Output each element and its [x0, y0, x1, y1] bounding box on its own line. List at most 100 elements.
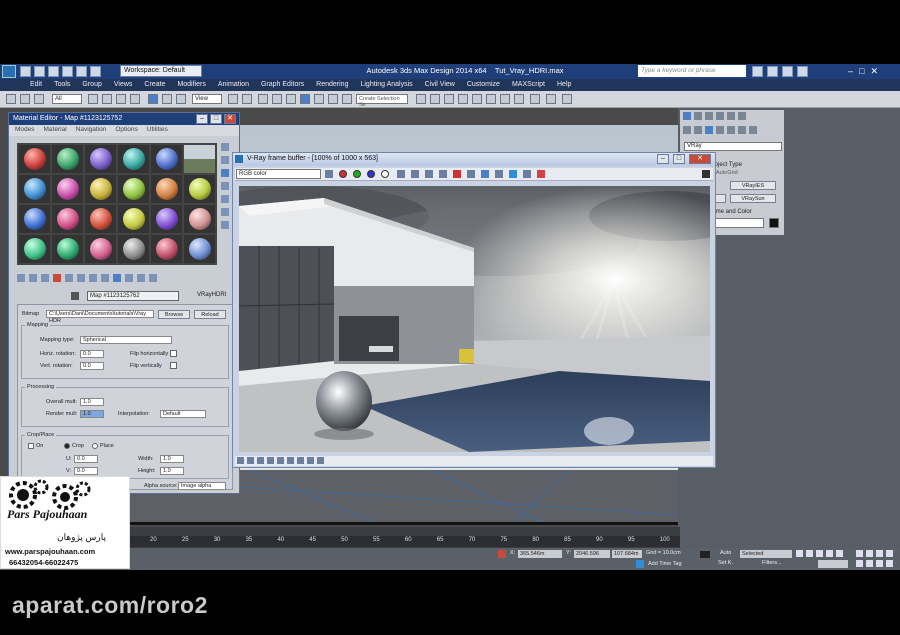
light-type-dropdown[interactable]: VRay	[684, 142, 782, 151]
shapes-icon[interactable]	[694, 126, 702, 134]
alpha-source-dropdown[interactable]: Image alpha	[178, 482, 226, 490]
link-icon[interactable]	[6, 94, 16, 104]
save-image-icon[interactable]	[411, 170, 419, 178]
spinner-snap-icon[interactable]	[300, 94, 310, 104]
v-spinner[interactable]: 0.0	[74, 467, 98, 475]
uv-tiling-icon[interactable]	[221, 182, 229, 190]
utilities-tab-icon[interactable]	[738, 112, 746, 120]
zoom-extents-icon[interactable]	[876, 550, 883, 557]
zoom-all-icon[interactable]	[866, 550, 873, 557]
place-radio[interactable]	[92, 443, 98, 449]
backlight-icon[interactable]	[221, 156, 229, 164]
close-icon[interactable]: ✕	[870, 66, 878, 77]
new-file-icon[interactable]	[20, 66, 31, 77]
lut-icon[interactable]	[317, 457, 324, 464]
display-tab-icon[interactable]	[727, 112, 735, 120]
duplicate-to-mfb-icon[interactable]	[439, 170, 447, 178]
red-channel-icon[interactable]	[339, 170, 347, 178]
put-to-library-icon[interactable]	[89, 274, 97, 282]
pixel-info-icon[interactable]	[537, 170, 545, 178]
maximize-icon[interactable]: □	[859, 66, 864, 77]
spacewarps-icon[interactable]	[738, 126, 746, 134]
modify-tab-icon[interactable]	[694, 112, 702, 120]
background-icon[interactable]	[221, 169, 229, 177]
sample-type-icon[interactable]	[221, 143, 229, 151]
project-folder-icon[interactable]	[90, 66, 101, 77]
menu-edit[interactable]: Edit	[24, 79, 48, 91]
render-production-icon[interactable]	[514, 94, 524, 104]
make-copy-icon[interactable]	[65, 274, 73, 282]
reference-coord-dropdown[interactable]: View	[192, 94, 222, 104]
align-icon[interactable]	[342, 94, 352, 104]
minimize-icon[interactable]: –	[657, 154, 669, 164]
track-mouse-icon[interactable]	[467, 170, 475, 178]
video-check-icon[interactable]	[221, 195, 229, 203]
sample-slot[interactable]	[19, 175, 50, 203]
redo-icon[interactable]	[76, 66, 87, 77]
object-color-swatch[interactable]	[769, 218, 779, 228]
vrayies-button[interactable]: VRayIES	[730, 181, 776, 190]
curve-icon[interactable]	[287, 457, 294, 464]
alpha-channel-icon[interactable]	[381, 170, 389, 178]
add-time-tag[interactable]: Add Time Tag	[648, 561, 682, 567]
teapot-render-icon[interactable]	[530, 94, 540, 104]
sample-slot[interactable]	[118, 175, 149, 203]
blue-channel-icon[interactable]	[367, 170, 375, 178]
render-mult-spinner[interactable]: 1.0	[80, 410, 104, 418]
minimize-icon[interactable]: –	[848, 66, 853, 77]
field-of-view-icon[interactable]	[856, 560, 863, 567]
menu-create[interactable]: Create	[138, 79, 171, 91]
search-input[interactable]: Type a keyword or phrase	[638, 65, 746, 77]
motion-tab-icon[interactable]	[716, 112, 724, 120]
create-tab-icon[interactable]	[683, 112, 691, 120]
render-image[interactable]	[239, 186, 710, 452]
x-coordinate-field[interactable]: 365.546m	[518, 550, 562, 558]
crop-radio[interactable]	[64, 443, 70, 449]
flip-h-checkbox[interactable]	[170, 350, 177, 357]
next-frame-icon[interactable]	[826, 550, 833, 557]
crop-on-checkbox[interactable]	[28, 443, 34, 449]
render-setup-icon[interactable]	[486, 94, 496, 104]
maximize-icon[interactable]: □	[210, 114, 222, 124]
sample-slot[interactable]	[184, 235, 215, 263]
minimize-icon[interactable]: –	[196, 114, 208, 124]
make-preview-icon[interactable]	[221, 208, 229, 216]
window-crossing-icon[interactable]	[130, 94, 140, 104]
clear-image-icon[interactable]	[453, 170, 461, 178]
rendered-frame-icon[interactable]	[500, 94, 510, 104]
region-select-icon[interactable]	[116, 94, 126, 104]
sample-slot[interactable]	[52, 235, 83, 263]
menu-utilities[interactable]: Utilities	[147, 126, 168, 135]
open-file-icon[interactable]	[34, 66, 45, 77]
cameras-icon[interactable]	[716, 126, 724, 134]
sample-slot[interactable]	[85, 205, 116, 233]
height-spinner[interactable]: 1.0	[160, 467, 184, 475]
map-type-button[interactable]: VRayHDRI	[197, 292, 226, 298]
select-by-name-icon[interactable]	[102, 94, 112, 104]
autogrid-checkbox[interactable]: AutoGrid	[716, 170, 738, 176]
menu-modifiers[interactable]: Modifiers	[171, 79, 211, 91]
menu-customize[interactable]: Customize	[461, 79, 506, 91]
previous-frame-icon[interactable]	[806, 550, 813, 557]
pan-icon[interactable]	[866, 560, 873, 567]
helpers-icon[interactable]	[727, 126, 735, 134]
mapping-type-dropdown[interactable]: Spherical	[80, 336, 172, 344]
sample-slot[interactable]	[85, 175, 116, 203]
go-to-parent-icon[interactable]	[137, 274, 145, 282]
orbit-icon[interactable]	[876, 560, 883, 567]
sample-slot[interactable]	[85, 145, 116, 173]
load-image-icon[interactable]	[425, 170, 433, 178]
lights-icon[interactable]	[705, 126, 713, 134]
info-icon[interactable]	[257, 457, 264, 464]
material-id-icon[interactable]	[101, 274, 109, 282]
menu-navigation[interactable]: Navigation	[76, 126, 107, 135]
pivot-icon[interactable]	[228, 94, 238, 104]
sample-slot[interactable]	[151, 145, 182, 173]
unlink-icon[interactable]	[20, 94, 30, 104]
mirror-icon[interactable]	[328, 94, 338, 104]
menu-civil-view[interactable]: Civil View	[419, 79, 461, 91]
current-frame-field[interactable]	[818, 560, 848, 568]
sample-slot[interactable]	[184, 175, 215, 203]
menu-graph-editors[interactable]: Graph Editors	[255, 79, 310, 91]
stamp-icon[interactable]	[267, 457, 274, 464]
